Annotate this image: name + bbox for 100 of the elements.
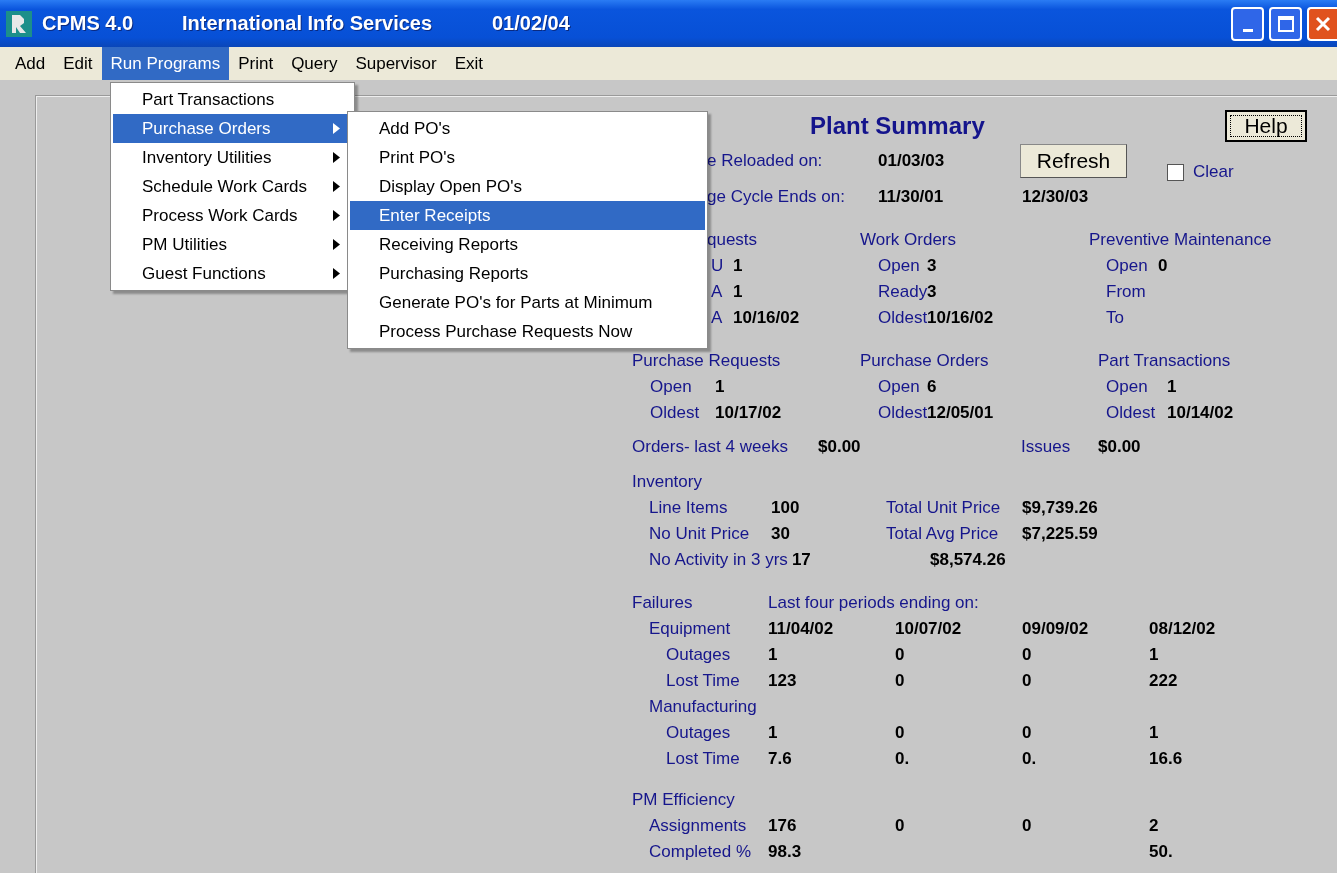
field-label: Line Items bbox=[648, 498, 729, 518]
field-label: Open bbox=[649, 377, 693, 397]
row-label: Assignments bbox=[648, 816, 748, 836]
menu-bar-item[interactable]: Query bbox=[282, 47, 347, 80]
table-value: 11/04/02 bbox=[768, 619, 835, 639]
menu-item[interactable]: Add PO's bbox=[350, 114, 705, 143]
menu-bar-item[interactable]: Print bbox=[229, 47, 283, 80]
table-value: 0 bbox=[895, 723, 906, 743]
field-value: 1 bbox=[733, 256, 743, 276]
table-value: 1 bbox=[768, 645, 779, 665]
table-value: 0 bbox=[1022, 671, 1033, 691]
menu-item[interactable]: Display Open PO's bbox=[350, 172, 705, 201]
clear-checkbox[interactable] bbox=[1167, 163, 1184, 181]
menu-item[interactable]: Purchasing Reports bbox=[350, 259, 705, 288]
menu-bar-item[interactable]: Edit bbox=[54, 47, 102, 80]
field-label: To bbox=[1105, 308, 1125, 328]
field-label: Oldest bbox=[877, 403, 927, 423]
minimize-icon bbox=[1242, 28, 1253, 32]
field-label: No Unit Price bbox=[648, 524, 751, 544]
menu-item[interactable]: Generate PO's for Parts at Minimum bbox=[350, 288, 705, 317]
table-value: 1 bbox=[768, 723, 779, 743]
table-value: 176 bbox=[768, 816, 798, 836]
table-value: 7.6 bbox=[768, 749, 793, 769]
menu-item[interactable]: Part Transactions bbox=[113, 85, 352, 114]
field-value: 0 bbox=[1158, 256, 1168, 276]
menu-item[interactable]: Receiving Reports bbox=[350, 230, 705, 259]
field-value: 100 bbox=[771, 498, 800, 518]
close-icon bbox=[1314, 15, 1332, 33]
table-value: 98.3 bbox=[768, 842, 803, 862]
section-heading: Inventory bbox=[632, 472, 702, 492]
table-value: 2 bbox=[1149, 816, 1160, 836]
field-label: Ready bbox=[877, 282, 927, 302]
row-label: Lost Time bbox=[665, 749, 741, 769]
field-value: 1 bbox=[733, 282, 743, 302]
field-label: No Activity in 3 yrs bbox=[648, 550, 788, 570]
menu-item[interactable]: PM Utilities bbox=[113, 230, 352, 259]
reloaded-date: 01/03/03 bbox=[878, 151, 946, 171]
row-label: Outages bbox=[665, 645, 732, 665]
row-label: Outages bbox=[665, 723, 732, 743]
row-label: Lost Time bbox=[665, 671, 741, 691]
menu-bar-item[interactable]: Exit bbox=[445, 47, 493, 80]
table-value: 0 bbox=[1022, 816, 1033, 836]
close-button[interactable] bbox=[1307, 7, 1337, 41]
field-label: Open bbox=[877, 256, 921, 276]
menu-item[interactable]: Guest Functions bbox=[113, 259, 352, 288]
field-label: Open bbox=[877, 377, 921, 397]
reloaded-label: e Reloaded on: bbox=[707, 151, 824, 171]
menu-bar-item[interactable]: Run Programs bbox=[101, 47, 230, 80]
section-heading: PM Efficiency bbox=[632, 790, 735, 810]
maximize-button[interactable] bbox=[1269, 7, 1302, 41]
menu-item[interactable]: Process Work Cards bbox=[113, 201, 352, 230]
total-label: Orders- last 4 weeks bbox=[632, 437, 789, 457]
field-label: Open bbox=[1105, 256, 1149, 276]
menu-item[interactable]: Process Purchase Requests Now bbox=[350, 317, 705, 346]
menu-item[interactable]: Schedule Work Cards bbox=[113, 172, 352, 201]
field-label: Oldest bbox=[649, 403, 701, 423]
section-subheading: Last four periods ending on: bbox=[768, 593, 979, 613]
field-label: Open bbox=[1105, 377, 1149, 397]
help-button[interactable]: Help bbox=[1225, 110, 1307, 142]
menu-item[interactable]: Print PO's bbox=[350, 143, 705, 172]
field-value: 10/17/02 bbox=[715, 403, 782, 423]
field-value: 3 bbox=[927, 282, 937, 302]
section-heading: quests bbox=[707, 230, 758, 250]
total-value: $0.00 bbox=[818, 437, 862, 457]
cycle-date: 12/30/03 bbox=[1022, 187, 1090, 207]
table-value: 09/09/02 bbox=[1022, 619, 1090, 639]
section-heading: Preventive Maintenance bbox=[1089, 230, 1272, 250]
refresh-button[interactable]: Refresh bbox=[1020, 144, 1127, 178]
row-label: Manufacturing bbox=[648, 697, 758, 717]
app-icon bbox=[6, 10, 32, 37]
table-value: 123 bbox=[768, 671, 798, 691]
menu-bar-item[interactable]: Supervisor bbox=[346, 47, 446, 80]
menu-bar-item[interactable]: Add bbox=[6, 47, 55, 80]
total-label: Total Avg Price bbox=[886, 524, 1000, 544]
cycle-date: 11/30/01 bbox=[878, 187, 945, 207]
field-value: 10/16/02 bbox=[927, 308, 994, 328]
maximize-icon bbox=[1276, 15, 1295, 33]
minimize-button[interactable] bbox=[1231, 7, 1264, 41]
field-value: 17 bbox=[791, 550, 811, 570]
total-label: Total Unit Price bbox=[886, 498, 1002, 518]
table-value: 0 bbox=[895, 816, 906, 836]
clear-label: Clear bbox=[1193, 162, 1234, 182]
field-value: 1 bbox=[1167, 377, 1177, 397]
section-heading: Failures bbox=[632, 593, 694, 613]
section-heading: Purchase Orders bbox=[860, 351, 989, 371]
menu-item[interactable]: Enter Receipts bbox=[350, 201, 705, 230]
section-heading: Part Transactions bbox=[1098, 351, 1231, 371]
table-value: 16.6 bbox=[1149, 749, 1184, 769]
table-value: 0. bbox=[895, 749, 911, 769]
table-value: 10/07/02 bbox=[895, 619, 963, 639]
total-value: $7,225.59 bbox=[1022, 524, 1098, 544]
table-value: 1 bbox=[1149, 645, 1160, 665]
menu-item[interactable]: Inventory Utilities bbox=[113, 143, 352, 172]
section-heading: Work Orders bbox=[860, 230, 957, 250]
field-label: From bbox=[1105, 282, 1147, 302]
field-value: 10/16/02 bbox=[733, 308, 800, 328]
cycle-label: ge Cycle Ends on: bbox=[707, 187, 846, 207]
field-value: 1 bbox=[715, 377, 725, 397]
table-value: 0 bbox=[1022, 723, 1033, 743]
total-label: Issues bbox=[1021, 437, 1072, 457]
